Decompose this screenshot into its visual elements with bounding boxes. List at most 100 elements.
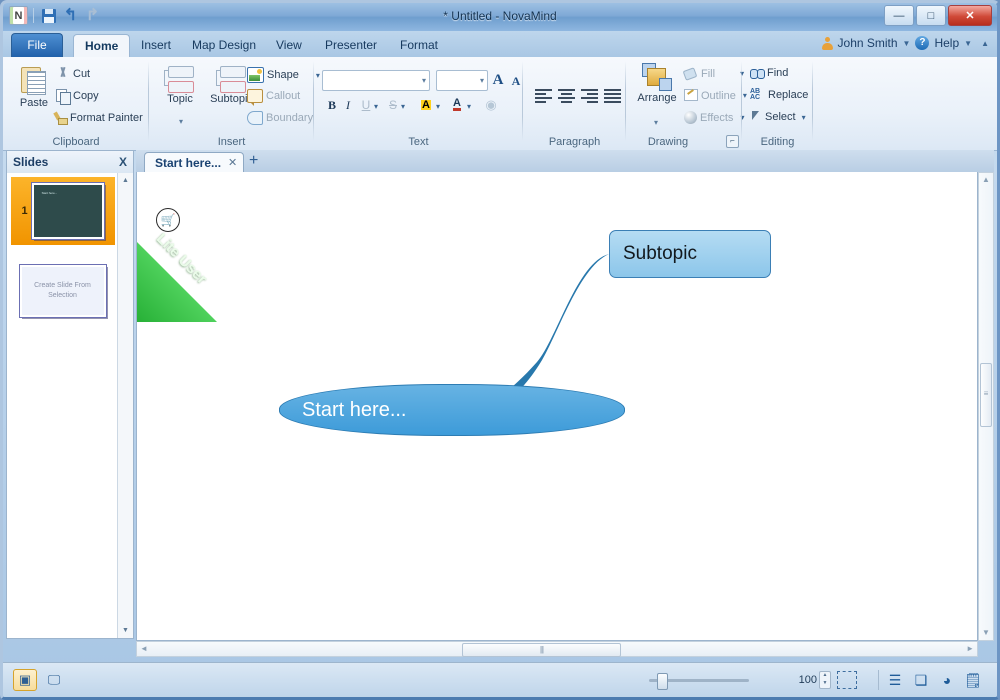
slides-scroll-up-icon[interactable]: ▲ <box>118 173 133 188</box>
bold-button[interactable]: B <box>325 97 339 113</box>
select-button[interactable]: Select ▾ <box>750 111 806 123</box>
help-label[interactable]: Help <box>934 36 959 50</box>
arrange-button[interactable]: Arrange <box>632 63 682 104</box>
user-chevron-down-icon[interactable]: ▼ <box>903 39 911 48</box>
ribbon-group-paragraph: Paragraph <box>523 57 626 150</box>
slides-scrollbar[interactable]: ▲ ▼ <box>117 173 133 638</box>
font-size-select[interactable]: ▾ <box>436 70 488 91</box>
subtopic-node-label: Subtopic <box>623 243 697 264</box>
copy-button[interactable]: Copy <box>56 89 99 105</box>
account-area: John Smith ▼ ? Help ▼ ▲ <box>821 36 989 50</box>
tab-presenter[interactable]: Presenter <box>314 34 388 57</box>
underline-chevron-down-icon[interactable]: ▾ <box>374 102 378 111</box>
collapse-ribbon-button[interactable]: ▲ <box>981 39 989 48</box>
underline-button[interactable]: U <box>359 97 373 113</box>
fit-to-window-button[interactable] <box>837 671 857 689</box>
canvas-scroll-up-icon[interactable]: ▲ <box>979 173 993 187</box>
help-chevron-down-icon[interactable]: ▼ <box>964 39 972 48</box>
canvas-vertical-scroll-thumb[interactable]: ≡ <box>980 363 992 427</box>
drawing-dialog-launcher[interactable]: ⌐ <box>726 135 739 148</box>
strikethrough-button[interactable]: S <box>386 97 400 113</box>
format-painter-button[interactable]: Format Painter <box>53 111 143 125</box>
slides-list[interactable]: 1 Start here... Create Slide From Select… <box>7 173 118 638</box>
insert-topic-button[interactable]: Topic <box>156 65 204 105</box>
canvas-scroll-down-icon[interactable]: ▼ <box>979 626 993 640</box>
zoom-value[interactable]: 100 <box>793 674 817 686</box>
zoom-spin-up-icon[interactable]: ▲ <box>820 672 830 680</box>
format-painter-icon <box>53 111 68 125</box>
effects-button[interactable]: Effects ▾ <box>684 111 744 124</box>
ribbon: Paste Cut Copy Format Painter Clipboard … <box>3 57 997 151</box>
chart-panel-button[interactable]: ◕ <box>937 671 957 689</box>
tab-format[interactable]: Format <box>389 34 449 57</box>
arrange-more-chevron-icon[interactable]: ▾ <box>654 118 658 127</box>
find-button[interactable]: Find <box>750 67 788 79</box>
document-tab[interactable]: Start here... ✕ <box>144 152 245 173</box>
align-center-button[interactable] <box>556 87 578 103</box>
canvas-area: Start here... ✕ + 🛒 Lite User Subtopic S… <box>136 150 994 657</box>
italic-button[interactable]: I <box>341 97 355 113</box>
maximize-button[interactable]: □ <box>916 5 946 26</box>
zoom-stepper[interactable]: 100 ▲ ▼ <box>793 671 831 689</box>
user-name[interactable]: John Smith <box>838 36 898 50</box>
tab-view[interactable]: View <box>265 34 313 57</box>
callout-label: Callout <box>266 90 301 102</box>
outline-panel-button[interactable]: ☰ <box>885 671 905 689</box>
zoom-spin-down-icon[interactable]: ▼ <box>820 680 830 688</box>
list-item[interactable]: 1 Start here... <box>10 177 115 245</box>
zoom-spinner[interactable]: ▲ ▼ <box>819 671 831 689</box>
replace-button[interactable]: AB AC Replace <box>750 88 808 101</box>
callout-button[interactable]: Callout <box>247 89 301 106</box>
close-button[interactable]: ✕ <box>948 5 992 26</box>
canvas-scroll-left-icon[interactable]: ◄ <box>140 644 148 653</box>
select-chevron-down-icon[interactable]: ▾ <box>802 113 806 122</box>
new-document-tab-button[interactable]: + <box>249 152 258 170</box>
notes-panel-button[interactable]: 🗒 <box>963 671 983 689</box>
application-window: N ↰ ↱ * Untitled - NovaMind — □ ✕ File H… <box>0 0 1000 700</box>
tab-map-design[interactable]: Map Design <box>181 34 267 57</box>
canvas-vertical-scrollbar[interactable]: ▲ ≡ ▼ <box>978 172 994 641</box>
canvas-scroll-right-icon[interactable]: ► <box>966 644 974 653</box>
canvas-horizontal-scrollbar[interactable]: ◄ ||| ► <box>136 641 978 657</box>
boundary-button[interactable]: Boundary <box>247 111 313 125</box>
arrange-icon <box>642 63 672 91</box>
zoom-slider[interactable] <box>649 672 749 690</box>
align-left-button[interactable] <box>533 87 555 103</box>
font-color-button[interactable]: A <box>449 97 465 113</box>
highlight-chevron-down-icon[interactable]: ▾ <box>436 102 440 111</box>
zoom-slider-knob[interactable] <box>657 673 668 690</box>
minimize-button[interactable]: — <box>884 5 914 26</box>
strikethrough-chevron-down-icon[interactable]: ▾ <box>401 102 405 111</box>
shape-button[interactable]: Shape ▾ <box>247 67 320 83</box>
insert-more-chevron-icon[interactable]: ▾ <box>179 117 183 126</box>
outline-button[interactable]: Outline ▾ <box>684 89 747 102</box>
mindmap-node-subtopic[interactable]: Subtopic <box>609 230 771 278</box>
font-color-chevron-down-icon[interactable]: ▾ <box>467 102 471 111</box>
grow-font-button[interactable]: A <box>489 70 507 90</box>
effects-label: Effects <box>700 111 734 124</box>
slides-panel-close-icon[interactable]: X <box>119 155 127 169</box>
align-right-button[interactable] <box>579 87 601 103</box>
slide-thumbnail[interactable]: Start here... <box>30 182 105 240</box>
presenter-view-button[interactable]: 🖵 <box>43 670 65 690</box>
align-justify-button[interactable] <box>602 87 624 103</box>
create-slide-from-selection-placeholder[interactable]: Create Slide From Selection <box>18 264 107 318</box>
highlight-color-button[interactable]: A <box>418 97 434 113</box>
mindmap-canvas[interactable]: 🛒 Lite User Subtopic Start here... <box>136 172 978 641</box>
paste-button[interactable]: Paste <box>9 65 59 109</box>
map-view-button[interactable]: ▣ <box>13 669 37 691</box>
clear-formatting-button[interactable]: ◉ <box>482 97 500 113</box>
help-icon[interactable]: ? <box>915 36 930 50</box>
tab-insert[interactable]: Insert <box>130 34 182 57</box>
cut-button[interactable]: Cut <box>56 67 90 81</box>
layers-panel-button[interactable]: ❏ <box>911 671 931 689</box>
fill-label: Fill <box>701 67 716 80</box>
canvas-horizontal-scroll-thumb[interactable]: ||| <box>462 643 621 657</box>
fill-button[interactable]: Fill ▾ <box>684 67 744 80</box>
font-name-select[interactable]: ▾ <box>322 70 430 91</box>
tab-file[interactable]: File <box>11 33 63 58</box>
mindmap-node-root[interactable]: Start here... <box>279 384 625 436</box>
document-tab-close-icon[interactable]: ✕ <box>228 154 237 173</box>
slides-scroll-down-icon[interactable]: ▼ <box>118 623 133 638</box>
tab-home[interactable]: Home <box>73 34 131 58</box>
